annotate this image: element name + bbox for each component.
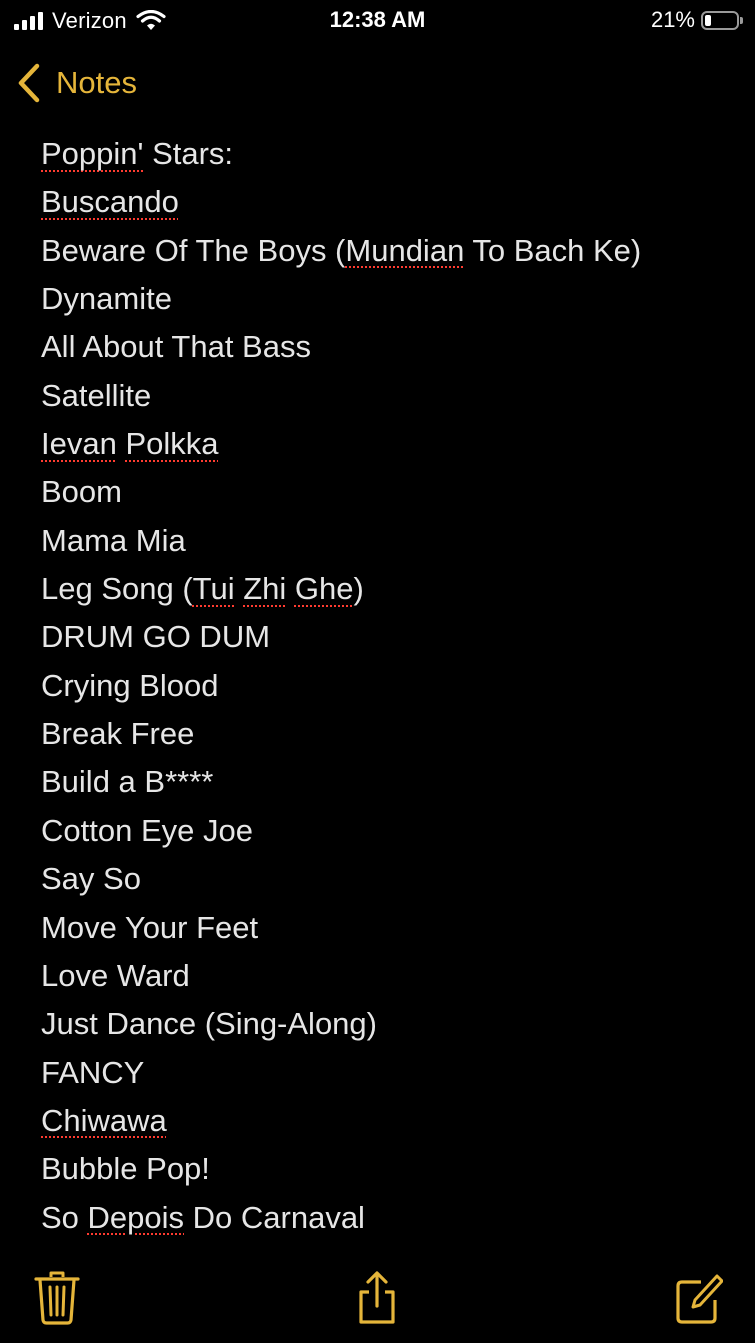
note-line: Mama Mia <box>41 517 741 565</box>
note-text <box>286 571 295 606</box>
misspelled-word: Poppin' <box>41 136 144 171</box>
note-text: ) <box>353 571 364 607</box>
chevron-left-icon <box>18 63 40 103</box>
back-button[interactable]: Notes <box>16 62 137 104</box>
note-body[interactable]: Poppin' Stars: Buscando Beware Of The Boys… <box>41 130 741 1242</box>
note-text: Cotton Eye Joe <box>41 812 253 848</box>
note-line: Buscando <box>41 178 741 226</box>
status-bar: Verizon 12:38 AM 21% <box>0 0 755 44</box>
note-line: Love Ward <box>41 952 741 1000</box>
bottom-toolbar <box>0 1262 755 1332</box>
note-text: Beware Of The Boys ( <box>41 232 346 268</box>
misspelled-word: Polkka <box>125 426 219 462</box>
compose-icon <box>676 1274 724 1324</box>
note-line: Ievan Polkka <box>41 420 741 468</box>
share-icon <box>359 1271 395 1324</box>
note-line: Say So <box>41 855 741 903</box>
status-time: 12:38 AM <box>329 7 426 32</box>
note-line: Cotton Eye Joe <box>41 807 741 855</box>
note-text: Build a B**** <box>41 764 214 800</box>
note-text: Just Dance (Sing-Along) <box>41 1006 377 1042</box>
misspelled-word: Ghe <box>294 571 354 607</box>
note-text: Say So <box>41 861 141 897</box>
note-text: Crying Blood <box>41 667 219 703</box>
battery-percent: 21% <box>650 7 695 32</box>
note-line: Satellite <box>41 372 741 420</box>
note-line: Crying Blood <box>41 662 741 710</box>
note-text <box>235 571 244 606</box>
note-text: Boom <box>41 474 122 510</box>
note-text: All About That Bass <box>41 329 311 365</box>
battery-fill <box>705 14 711 26</box>
note-line: Poppin' Stars: <box>41 130 741 178</box>
note-line: Chiwawa <box>41 1097 741 1145</box>
note-line: Dynamite <box>41 275 741 323</box>
misspelled-word: Depois <box>87 1199 185 1235</box>
misspelled-word: Zhi <box>243 571 287 607</box>
note-text: Mama Mia <box>41 522 186 558</box>
misspelled-word: Buscando <box>41 184 179 220</box>
note-line: DRUM GO DUM <box>41 613 741 661</box>
note-line: Build a B**** <box>41 758 741 806</box>
note-line: All About That Bass <box>41 323 741 371</box>
navigation-bar: Notes <box>0 56 755 112</box>
note-text: Move Your Feet <box>41 909 259 945</box>
note-line: Move Your Feet <box>41 904 741 952</box>
misspelled-word: Ievan <box>41 426 117 462</box>
misspelled-word: Tui <box>192 571 235 607</box>
note-text: To Bach Ke) <box>464 232 642 268</box>
delete-button[interactable] <box>32 1270 82 1326</box>
compose-button[interactable] <box>673 1270 724 1326</box>
note-text: Dynamite <box>41 281 172 317</box>
share-button[interactable] <box>352 1270 402 1326</box>
note-line: Beware Of The Boys (Mundian To Bach Ke) <box>41 227 741 275</box>
battery-icon <box>701 10 739 30</box>
misspelled-word: Mundian <box>345 232 465 268</box>
note-text: Love Ward <box>41 957 190 993</box>
note-text: Stars: <box>143 136 234 171</box>
back-button-label: Notes <box>56 65 137 100</box>
trash-icon <box>34 1271 80 1325</box>
note-line: Just Dance (Sing-Along) <box>41 1000 741 1048</box>
note-text: Do Carnaval <box>184 1199 365 1235</box>
note-line: Leg Song (Tui Zhi Ghe) <box>41 565 741 613</box>
battery-group: 21% <box>651 7 743 33</box>
note-line: Boom <box>41 468 741 516</box>
battery-cap <box>740 16 743 24</box>
note-text: Break Free <box>41 716 195 752</box>
note-text: FANCY <box>41 1054 145 1090</box>
note-line: FANCY <box>41 1049 741 1097</box>
misspelled-word: Chiwawa <box>41 1102 167 1138</box>
note-text: Leg Song ( <box>41 571 193 607</box>
note-line: Bubble Pop! <box>41 1145 741 1193</box>
note-line: Break Free <box>41 710 741 758</box>
note-line: So Depois Do Carnaval <box>41 1194 741 1242</box>
note-text: Bubble Pop! <box>41 1151 210 1187</box>
note-text: Satellite <box>41 377 152 413</box>
note-text: DRUM GO DUM <box>41 619 271 655</box>
note-text: So <box>41 1199 88 1235</box>
